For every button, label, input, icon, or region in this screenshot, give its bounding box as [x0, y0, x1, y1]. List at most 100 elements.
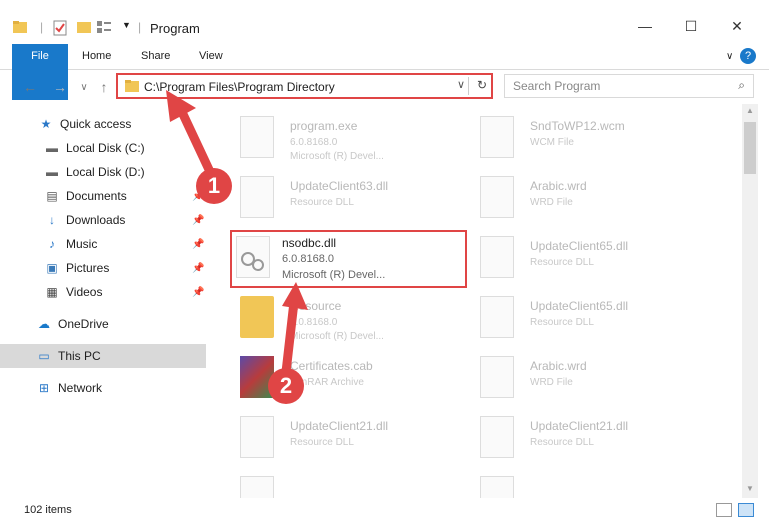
file-item[interactable]: UpdateClient21.dll Resource DLL: [456, 410, 686, 466]
close-button[interactable]: ✕: [714, 12, 760, 40]
file-name: UpdateClient21.dll: [290, 419, 389, 433]
pin-icon[interactable]: 📌: [192, 215, 204, 226]
minimize-button[interactable]: —: [622, 12, 668, 40]
view-options-icon[interactable]: [96, 20, 112, 34]
dll-file-icon: [240, 176, 274, 218]
sidebar-item-videos[interactable]: ▦ Videos 📌: [0, 280, 206, 304]
sidebar-item-downloads[interactable]: ↓ Downloads 📌: [0, 208, 206, 232]
file-icon: [480, 476, 514, 498]
sidebar-item-label: Videos: [66, 285, 103, 299]
file-item[interactable]: UpdateClient63.dll Resource DLL: [216, 170, 446, 226]
maximize-button[interactable]: ☐: [668, 12, 714, 40]
recent-locations-button[interactable]: ∨: [74, 76, 94, 98]
sidebar-item-network[interactable]: ⊞ Network: [0, 376, 206, 400]
file-item[interactable]: UpdateClient65.dll Resource DLL: [456, 290, 686, 346]
file-type: WCM File: [530, 137, 574, 148]
customize-toolbar-icon[interactable]: ▼: [122, 20, 131, 30]
drive-icon: ▬: [46, 141, 58, 155]
file-name: Arabic.wrd: [530, 359, 587, 373]
cloud-icon: ☁: [38, 317, 50, 331]
pin-icon[interactable]: 📌: [192, 239, 204, 250]
address-dropdown-icon[interactable]: ∨: [457, 78, 465, 91]
file-item[interactable]: Arabic.wrd WRD File: [456, 350, 686, 406]
sidebar-item-documents[interactable]: ▤ Documents 📌: [0, 184, 206, 208]
file-item[interactable]: Arabic.wrd WRD File: [456, 170, 686, 226]
sidebar-item-label: Network: [58, 381, 103, 395]
divider: [468, 77, 469, 95]
videos-icon: ▦: [46, 285, 58, 299]
search-placeholder: Search Program: [513, 79, 601, 93]
scroll-down-icon[interactable]: ▼: [742, 484, 758, 498]
file-type: Resource DLL: [530, 317, 594, 328]
file-item[interactable]: [456, 470, 686, 498]
folder-icon: [240, 296, 274, 338]
file-item[interactable]: UpdateClient65.dll Resource DLL: [456, 230, 686, 286]
file-type: Resource DLL: [530, 437, 594, 448]
drive-icon: ▬: [46, 165, 58, 179]
sidebar-item-label: Documents: [66, 189, 127, 203]
sidebar-item-quick-access[interactable]: ★ Quick access: [0, 112, 206, 136]
new-folder-icon[interactable]: [76, 20, 92, 34]
sidebar-item-label: Local Disk (C:): [66, 141, 145, 155]
highlight-box: [230, 230, 467, 288]
file-name: Arabic.wrd: [530, 179, 587, 193]
file-item[interactable]: [216, 470, 446, 498]
file-type: WRD File: [530, 197, 573, 208]
file-type: Resource DLL: [290, 437, 354, 448]
file-name: Resource: [290, 299, 342, 313]
sidebar-item-label: Music: [66, 237, 98, 251]
refresh-icon[interactable]: ↻: [477, 78, 487, 92]
address-bar[interactable]: C:\Program Files\Program Directory ∨ ↻: [116, 73, 493, 99]
file-icon: [240, 476, 274, 498]
item-count: 102 items: [24, 504, 72, 516]
tab-view[interactable]: View: [189, 44, 233, 69]
search-input[interactable]: Search Program ⌕: [504, 74, 754, 98]
sidebar-item-pictures[interactable]: ▣ Pictures 📌: [0, 256, 206, 280]
sidebar-item-onedrive[interactable]: ☁ OneDrive: [0, 312, 206, 336]
pin-icon[interactable]: 📌: [192, 263, 204, 274]
properties-icon[interactable]: [52, 20, 68, 36]
pictures-icon: ▣: [46, 261, 58, 275]
download-icon: ↓: [49, 213, 55, 227]
vertical-scrollbar[interactable]: ▲ ▼: [742, 104, 758, 498]
file-item[interactable]: Certificates.cab WinRAR Archive: [216, 350, 446, 406]
status-bar: 102 items: [0, 500, 769, 530]
separator: |: [138, 20, 142, 34]
file-type: Resource DLL: [530, 257, 594, 268]
scroll-up-icon[interactable]: ▲: [742, 106, 758, 120]
details-view-icon[interactable]: [716, 503, 732, 517]
file-item[interactable]: UpdateClient21.dll Resource DLL: [216, 410, 446, 466]
pin-icon[interactable]: 📌: [192, 287, 204, 298]
address-path[interactable]: C:\Program Files\Program Directory: [144, 80, 335, 94]
sidebar-item-music[interactable]: ♪ Music 📌: [0, 232, 206, 256]
up-button[interactable]: ↑: [94, 76, 114, 98]
file-description: Microsoft (R) Devel...: [290, 331, 384, 342]
title-bar: | ▼ | Program — ☐ ✕: [0, 0, 769, 40]
tab-share[interactable]: Share: [131, 44, 180, 69]
file-icon: [480, 176, 514, 218]
file-type: WRD File: [530, 377, 573, 388]
documents-icon: ▤: [46, 189, 58, 203]
tab-home[interactable]: Home: [72, 44, 121, 69]
forward-button[interactable]: →: [50, 76, 70, 98]
file-name: SndToWP12.wcm: [530, 119, 625, 133]
sidebar-item-local-disk-c[interactable]: ▬ Local Disk (C:): [0, 136, 206, 160]
sidebar-item-label: Downloads: [66, 213, 126, 227]
sidebar-item-label: Local Disk (D:): [66, 165, 145, 179]
file-name: UpdateClient21.dll: [530, 419, 629, 433]
large-icons-view-icon[interactable]: [738, 503, 754, 517]
dll-file-icon: [480, 416, 514, 458]
scrollbar-thumb[interactable]: [744, 122, 756, 174]
sidebar-item-this-pc[interactable]: ▭ This PC: [0, 344, 206, 368]
sidebar-item-local-disk-d[interactable]: ▬ Local Disk (D:): [0, 160, 206, 184]
file-item[interactable]: Resource 6.0.8168.0 Microsoft (R) Devel.…: [216, 290, 446, 346]
music-icon: ♪: [49, 237, 55, 251]
file-item[interactable]: program.exe 6.0.8168.0 Microsoft (R) Dev…: [216, 110, 446, 166]
search-icon[interactable]: ⌕: [738, 78, 745, 93]
navigation-pane: ★ Quick access ▬ Local Disk (C:) ▬ Local…: [0, 108, 206, 498]
help-icon[interactable]: ?: [740, 48, 756, 64]
file-item[interactable]: SndToWP12.wcm WCM File: [456, 110, 686, 166]
back-button[interactable]: ←: [20, 76, 40, 98]
file-name: UpdateClient65.dll: [530, 299, 629, 313]
dll-file-icon: [240, 416, 274, 458]
